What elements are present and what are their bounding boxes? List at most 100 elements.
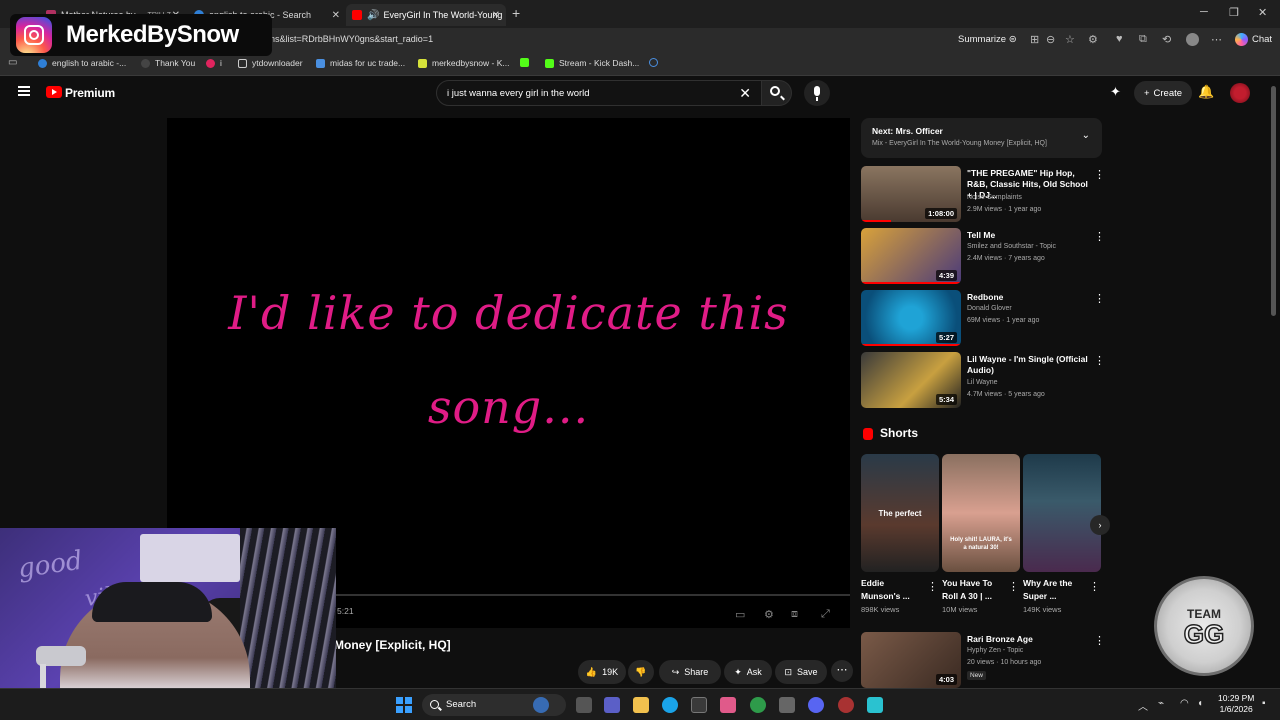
- zoom-icon[interactable]: ⊖: [1046, 33, 1055, 46]
- task-view-icon[interactable]: [576, 697, 592, 713]
- speaker-icon[interactable]: 🔊: [367, 10, 379, 21]
- chrome-icon[interactable]: [750, 697, 766, 713]
- channel-name[interactable]: Hyphy Zen - Topic: [967, 647, 1023, 654]
- dislike-button[interactable]: 👎: [628, 660, 654, 684]
- recommended-video[interactable]: 4:39 Tell Me Smilez and Southstar - Topi…: [861, 228, 1106, 286]
- youtube-logo-icon[interactable]: [46, 86, 62, 98]
- search-input[interactable]: i just wanna every girl in the world ✕: [436, 80, 762, 106]
- fullscreen-icon[interactable]: ⤢: [821, 608, 830, 621]
- short-title[interactable]: Why Are the Super ...: [1023, 577, 1087, 603]
- notifications-bell-icon[interactable]: 🔔: [1198, 84, 1214, 100]
- more-vert-icon[interactable]: ⋮: [1094, 168, 1105, 181]
- photos-icon[interactable]: [720, 697, 736, 713]
- copilot-chat-button[interactable]: Chat: [1235, 33, 1272, 46]
- notepad-icon[interactable]: [867, 697, 883, 713]
- channel-name[interactable]: Lil Wayne: [967, 379, 997, 386]
- collections-icon[interactable]: ⧉: [1139, 33, 1147, 46]
- scrollbar-thumb[interactable]: [1271, 86, 1276, 316]
- more-vert-icon[interactable]: ⋮: [1094, 634, 1105, 647]
- show-hidden-icons-chevron-icon[interactable]: ︿: [1138, 698, 1148, 713]
- more-vert-icon[interactable]: ⋮: [1008, 580, 1019, 593]
- video-thumbnail[interactable]: 5:34: [861, 352, 961, 408]
- video-thumbnail[interactable]: 4:03: [861, 632, 961, 688]
- recommended-video[interactable]: 4:03 Rari Bronze Age Hyphy Zen - Topic 2…: [861, 632, 1106, 690]
- browser-essentials-icon[interactable]: ♥: [1116, 33, 1123, 45]
- taskbar-clock[interactable]: 10:29 PM 1/6/2026: [1218, 693, 1254, 715]
- short-title[interactable]: You Have To Roll A 30 | ...: [942, 577, 1006, 603]
- video-thumbnail[interactable]: 4:39: [861, 228, 961, 284]
- voice-search-mic-icon[interactable]: [804, 80, 830, 106]
- more-vert-icon[interactable]: ⋮: [1094, 354, 1105, 367]
- shorts-next-chevron-icon[interactable]: ›: [1090, 515, 1110, 535]
- more-vert-icon[interactable]: ⋮: [1089, 580, 1100, 593]
- edge-icon[interactable]: [662, 697, 678, 713]
- short-thumbnail[interactable]: [1023, 454, 1101, 572]
- store-icon[interactable]: [691, 697, 707, 713]
- bookmark-kick-logo[interactable]: [520, 58, 529, 67]
- history-icon[interactable]: ⟲: [1162, 33, 1171, 46]
- tab-everygirl-youtube[interactable]: 🔊 EveryGirl In The World-Young ✕: [346, 4, 506, 26]
- bookmark-stream-kick-dash[interactable]: Stream - Kick Dash...: [545, 58, 639, 68]
- close-tab-icon[interactable]: ✕: [332, 10, 340, 21]
- bookmark-merkedbysnow-kick[interactable]: merkedbysnow - K...: [418, 58, 509, 68]
- video-thumbnail[interactable]: 5:27: [861, 290, 961, 346]
- profile-avatar-icon[interactable]: [1186, 33, 1199, 46]
- obs-icon[interactable]: [838, 697, 854, 713]
- channel-name[interactable]: Noise Complaints: [967, 194, 1022, 201]
- recommended-video[interactable]: 5:27 Redbone Donald Glover 69M views · 1…: [861, 290, 1106, 348]
- more-vert-icon[interactable]: ⋮: [1094, 230, 1105, 243]
- close-window-icon[interactable]: ✕: [1258, 6, 1267, 19]
- captions-icon[interactable]: ▭: [735, 608, 745, 621]
- bookmark-thank-you[interactable]: Thank You: [141, 58, 195, 68]
- hamburger-menu-icon[interactable]: [18, 86, 30, 96]
- volume-icon[interactable]: ◖: [1197, 698, 1203, 709]
- settings-gear-icon[interactable]: ⚙: [764, 608, 774, 621]
- favorite-star-icon[interactable]: ☆: [1065, 33, 1075, 46]
- chevron-down-icon[interactable]: ⌄: [1082, 130, 1090, 141]
- short-thumbnail[interactable]: The perfect: [861, 454, 939, 572]
- windows-start-icon[interactable]: [396, 697, 412, 713]
- cast-icon[interactable]: ✦: [1110, 84, 1121, 100]
- new-tab-plus-icon[interactable]: +: [512, 5, 520, 21]
- clear-search-icon[interactable]: ✕: [739, 85, 751, 102]
- summarize-button[interactable]: Summarize ⊜: [958, 34, 1017, 45]
- discord-icon[interactable]: [808, 697, 824, 713]
- reader-icon[interactable]: ⊞: [1030, 33, 1039, 46]
- weather-icon[interactable]: [533, 697, 549, 713]
- ask-button[interactable]: ✦ Ask: [724, 660, 772, 684]
- channel-name[interactable]: Smilez and Southstar - Topic: [967, 243, 1056, 250]
- wifi-icon[interactable]: ◠: [1180, 698, 1189, 709]
- save-button[interactable]: ⊡ Save: [775, 660, 827, 684]
- search-button[interactable]: [762, 80, 792, 106]
- more-vert-icon[interactable]: ⋮: [927, 580, 938, 593]
- page-scrollbar[interactable]: [1269, 76, 1278, 684]
- bookmark-search-icon[interactable]: [649, 58, 658, 67]
- miniplayer-icon[interactable]: ⧈: [791, 608, 798, 621]
- bookmark-ytdownloader[interactable]: ytdownloader: [238, 58, 303, 68]
- minimize-icon[interactable]: ─: [1200, 6, 1208, 18]
- notification-center-icon[interactable]: ▪: [1262, 698, 1266, 709]
- more-menu-icon[interactable]: ⋯: [1211, 33, 1222, 46]
- playlist-next-panel[interactable]: Next: Mrs. Officer Mix - EveryGirl In Th…: [861, 118, 1102, 158]
- bookmarks-folder-icon[interactable]: ▭: [8, 57, 17, 68]
- short-title[interactable]: Eddie Munson's ...: [861, 577, 925, 603]
- channel-name[interactable]: Donald Glover: [967, 305, 1012, 312]
- youtube-premium-label[interactable]: Premium: [65, 86, 115, 100]
- bookmark-midas[interactable]: midas for uc trade...: [316, 58, 405, 68]
- teams-icon[interactable]: [604, 697, 620, 713]
- extensions-icon[interactable]: ⚙: [1088, 33, 1098, 46]
- more-vert-icon[interactable]: ⋮: [1094, 292, 1105, 305]
- video-thumbnail[interactable]: 1:08:00: [861, 166, 961, 222]
- recommended-video[interactable]: 1:08:00 "THE PREGAME" Hip Hop, R&B, Clas…: [861, 166, 1106, 224]
- bookmark-english-to-arabic[interactable]: english to arabic -...: [38, 58, 126, 68]
- create-button[interactable]: + Create: [1134, 81, 1192, 105]
- restore-icon[interactable]: ❐: [1229, 6, 1239, 19]
- like-button[interactable]: 👍 19K: [578, 660, 626, 684]
- file-explorer-icon[interactable]: [633, 697, 649, 713]
- bookmark-i[interactable]: i: [206, 58, 222, 68]
- account-avatar[interactable]: [1230, 83, 1250, 103]
- share-button[interactable]: ↪ Share: [659, 660, 721, 684]
- recommended-video[interactable]: 5:34 Lil Wayne - I'm Single (Official Au…: [861, 352, 1106, 410]
- network-icon[interactable]: ⌁: [1158, 698, 1164, 709]
- url-field[interactable]: ns&list=RDrbBHnWY0gns&start_radio=1: [270, 34, 433, 44]
